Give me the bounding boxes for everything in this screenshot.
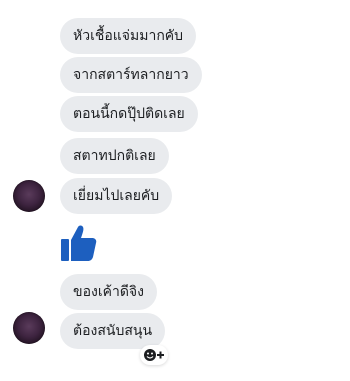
- add-reaction-button[interactable]: [140, 345, 168, 365]
- message-bubble[interactable]: ต้องสนับสนุน: [60, 313, 166, 349]
- message-bubble[interactable]: ตอนนี้กดปุ๊ปติดเลย: [60, 96, 198, 132]
- sender-avatar[interactable]: [13, 180, 45, 212]
- message-bubble[interactable]: เยี่ยมไปเลยคับ: [60, 178, 173, 214]
- message-bubble[interactable]: จากสตาร์ทลากยาว: [60, 57, 202, 93]
- message-bubble[interactable]: ของเค้าดีจิง: [60, 274, 157, 310]
- message-bubble[interactable]: สตาทปกติเลย: [60, 138, 169, 174]
- sender-avatar[interactable]: [13, 312, 45, 344]
- add-reaction-icon: [143, 348, 165, 362]
- message-bubble[interactable]: หัวเชื้อแจ่มมากคับ: [60, 18, 197, 54]
- thumbs-up-icon[interactable]: [60, 223, 98, 263]
